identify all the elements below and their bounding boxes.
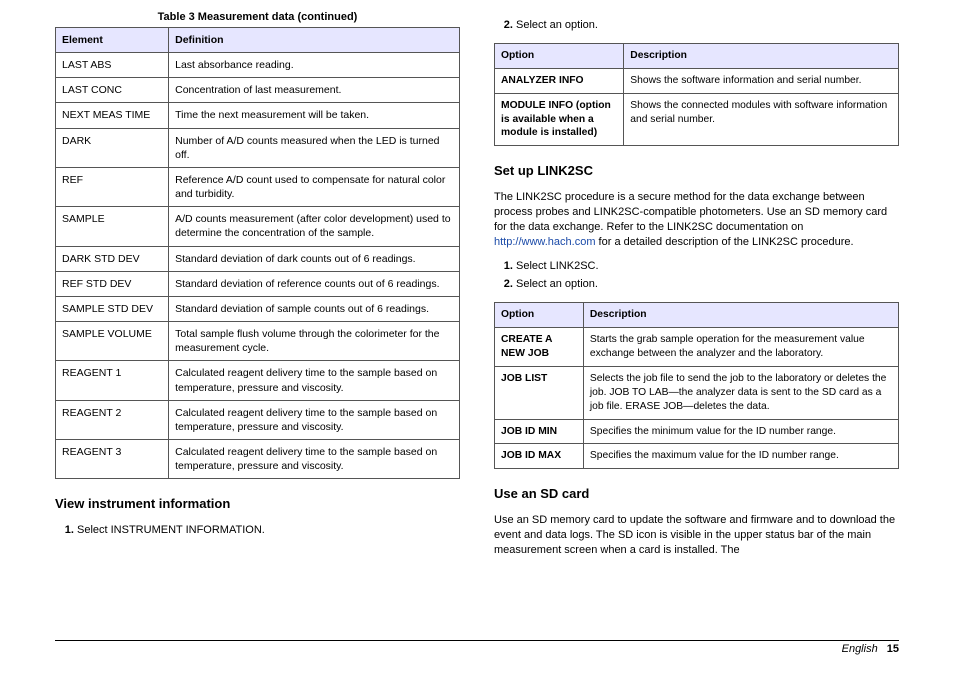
table-row: REF STD DEVStandard deviation of referen…	[56, 271, 460, 296]
table-row: REAGENT 2Calculated reagent delivery tim…	[56, 400, 460, 439]
table-row: JOB ID MAXSpecifies the maximum value fo…	[495, 444, 899, 469]
table-row: REFReference A/D count used to compensat…	[56, 167, 460, 206]
link2sc-options-table: Option Description CREATE A NEW JOBStart…	[494, 302, 899, 469]
left-column: Table 3 Measurement data (continued) Ele…	[55, 10, 460, 618]
step: Select an option.	[516, 18, 899, 33]
th-element: Element	[56, 27, 169, 52]
footer-page-number: 15	[887, 643, 899, 655]
table-header-row: Option Description	[495, 303, 899, 328]
link2sc-steps: Select LINK2SC. Select an option.	[494, 259, 899, 293]
table-caption: Table 3 Measurement data (continued)	[55, 10, 460, 25]
table-row: LAST ABSLast absorbance reading.	[56, 53, 460, 78]
table-row: JOB LISTSelects the job file to send the…	[495, 366, 899, 419]
table-row: SAMPLE STD DEVStandard deviation of samp…	[56, 296, 460, 321]
right-column: Select an option. Option Description ANA…	[494, 10, 899, 618]
step: Select LINK2SC.	[516, 259, 899, 274]
table-header-row: Element Definition	[56, 27, 460, 52]
step: Select an option.	[516, 277, 899, 292]
table-row: DARK STD DEVStandard deviation of dark c…	[56, 246, 460, 271]
table-row: REAGENT 1Calculated reagent delivery tim…	[56, 361, 460, 400]
table-row: SAMPLE VOLUMETotal sample flush volume t…	[56, 322, 460, 361]
step: Select INSTRUMENT INFORMATION.	[77, 523, 460, 538]
table-row: SAMPLEA/D counts measurement (after colo…	[56, 207, 460, 246]
table-row: LAST CONCConcentration of last measureme…	[56, 78, 460, 103]
page: Table 3 Measurement data (continued) Ele…	[0, 0, 954, 673]
th-option: Option	[495, 303, 584, 328]
th-definition: Definition	[169, 27, 460, 52]
table-row: REAGENT 3Calculated reagent delivery tim…	[56, 440, 460, 479]
table-row: ANALYZER INFOShows the software informat…	[495, 68, 899, 93]
th-description: Description	[583, 303, 898, 328]
measurement-data-table: Element Definition LAST ABSLast absorban…	[55, 27, 460, 480]
link2sc-paragraph: The LINK2SC procedure is a secure method…	[494, 190, 899, 251]
page-footer: English 15	[55, 640, 899, 655]
sd-card-paragraph: Use an SD memory card to update the soft…	[494, 513, 899, 559]
table-row: MODULE INFO (option is available when a …	[495, 93, 899, 146]
footer-language: English	[842, 643, 878, 655]
columns: Table 3 Measurement data (continued) Ele…	[55, 10, 899, 618]
th-option: Option	[495, 43, 624, 68]
th-description: Description	[624, 43, 899, 68]
table-row: JOB ID MINSpecifies the minimum value fo…	[495, 419, 899, 444]
heading-setup-link2sc: Set up LINK2SC	[494, 162, 899, 180]
table-row: NEXT MEAS TIMETime the next measurement …	[56, 103, 460, 128]
table-row: DARKNumber of A/D counts measured when t…	[56, 128, 460, 167]
table-row: CREATE A NEW JOBStarts the grab sample o…	[495, 328, 899, 367]
steps-list-cont: Select an option.	[494, 18, 899, 33]
heading-use-sd-card: Use an SD card	[494, 485, 899, 503]
instrument-info-options-table: Option Description ANALYZER INFOShows th…	[494, 43, 899, 146]
steps-list: Select INSTRUMENT INFORMATION.	[55, 523, 460, 538]
table-header-row: Option Description	[495, 43, 899, 68]
hach-link[interactable]: http://www.hach.com	[494, 236, 596, 248]
heading-view-instrument-info: View instrument information	[55, 495, 460, 513]
